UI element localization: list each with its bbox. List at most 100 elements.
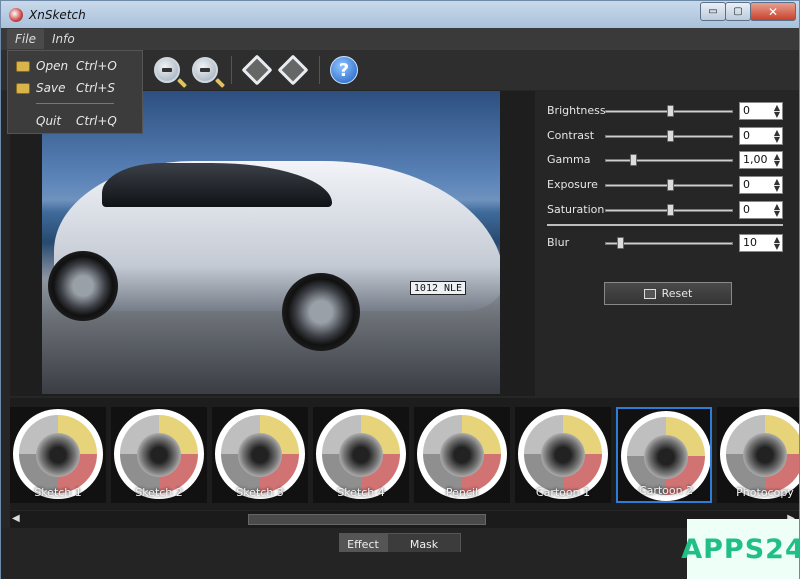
spin-arrows-icon[interactable]: ▲ ▼ bbox=[774, 129, 780, 144]
effect-thumbnail-selected[interactable]: Cartoon 2 bbox=[616, 407, 712, 503]
watermark-logo: APPS24 bbox=[681, 519, 800, 579]
effect-core-icon bbox=[36, 433, 80, 477]
app-icon bbox=[9, 7, 23, 22]
gamma-row: Gamma 1,00 ▲ ▼ bbox=[547, 150, 789, 170]
menu-item-label: Open bbox=[36, 59, 69, 73]
effect-label: Pencil bbox=[445, 486, 479, 499]
folder-open-icon bbox=[16, 60, 30, 72]
rotate-right-button[interactable] bbox=[277, 54, 309, 86]
help-button[interactable]: ? bbox=[328, 54, 360, 86]
slider-label: Brightness bbox=[547, 104, 606, 117]
effect-core-icon bbox=[644, 435, 688, 479]
zoom-in-button[interactable] bbox=[151, 54, 183, 86]
file-dropdown-menu: Open Ctrl+O Save Ctrl+S Quit Ctrl+Q bbox=[7, 50, 143, 134]
toolbar-separator bbox=[319, 56, 320, 84]
blur-slider[interactable] bbox=[605, 242, 733, 245]
menu-file[interactable]: File bbox=[7, 29, 44, 49]
preview-image: 1012 NLE bbox=[42, 91, 500, 394]
preview-canvas[interactable]: 1012 NLE bbox=[10, 91, 535, 396]
title-bar[interactable]: XnSketch ▭ ▢ ✕ bbox=[1, 1, 799, 28]
saturation-spinbox[interactable]: 0 ▲ ▼ bbox=[739, 201, 783, 219]
slider-thumb[interactable] bbox=[667, 204, 674, 216]
effect-core-icon bbox=[440, 433, 484, 477]
gamma-slider[interactable] bbox=[605, 159, 733, 162]
spin-arrows-icon[interactable]: ▲ ▼ bbox=[774, 178, 780, 193]
effect-label: Sketch 2 bbox=[135, 486, 183, 499]
window-title: XnSketch bbox=[29, 7, 86, 22]
zoom-out-button[interactable] bbox=[189, 54, 221, 86]
effect-label: Cartoon 2 bbox=[638, 484, 694, 497]
scrollbar-thumb[interactable] bbox=[248, 514, 486, 525]
effect-label: Photocopy bbox=[736, 486, 794, 499]
effect-thumbnail[interactable]: Sketch 4 bbox=[313, 407, 409, 503]
effect-label: Cartoon 1 bbox=[535, 486, 591, 499]
maximize-button[interactable]: ▢ bbox=[725, 2, 751, 21]
slider-thumb[interactable] bbox=[617, 237, 625, 249]
effect-core-icon bbox=[743, 433, 787, 477]
scroll-left-icon[interactable]: ◀ bbox=[12, 513, 20, 524]
spin-arrows-icon[interactable]: ▲ ▼ bbox=[774, 236, 780, 251]
rotate-left-button[interactable] bbox=[241, 54, 273, 86]
contrast-row: Contrast 0 ▲ ▼ bbox=[547, 126, 789, 146]
gamma-spinbox[interactable]: 1,00 ▲ ▼ bbox=[739, 151, 783, 169]
spin-value: 1,00 bbox=[743, 153, 768, 166]
spin-value: 0 bbox=[743, 203, 750, 216]
effects-strip: Sketch 1 Sketch 2 Sketch 3 Sketch 4 Penc… bbox=[10, 398, 799, 510]
zoom-in-icon bbox=[154, 57, 180, 83]
reset-icon bbox=[643, 288, 656, 299]
exposure-spinbox[interactable]: 0 ▲ ▼ bbox=[739, 176, 783, 194]
tab-mask[interactable]: Mask bbox=[387, 533, 461, 554]
effect-label: Sketch 4 bbox=[337, 486, 385, 499]
spin-value: 10 bbox=[743, 236, 757, 249]
minimize-button[interactable]: ▭ bbox=[700, 2, 726, 21]
rotate-left-icon bbox=[241, 54, 273, 86]
menu-item-label: Quit bbox=[36, 114, 62, 128]
effect-label: Sketch 1 bbox=[34, 486, 82, 499]
menu-item-open[interactable]: Open Ctrl+O bbox=[8, 56, 142, 76]
saturation-row: Saturation 0 ▲ ▼ bbox=[547, 200, 789, 220]
slider-label: Saturation bbox=[547, 203, 605, 216]
help-icon: ? bbox=[330, 56, 358, 84]
blur-row: Blur 10 ▲ ▼ bbox=[547, 233, 789, 253]
menu-item-shortcut: Ctrl+O bbox=[76, 59, 117, 73]
status-bar bbox=[1, 552, 799, 579]
reset-label: Reset bbox=[661, 287, 693, 300]
menu-info[interactable]: Info bbox=[44, 29, 83, 49]
menu-separator bbox=[36, 103, 114, 104]
spin-arrows-icon[interactable]: ▲ ▼ bbox=[774, 203, 780, 218]
effect-thumbnail[interactable]: Sketch 2 bbox=[111, 407, 207, 503]
effect-thumbnail[interactable]: Sketch 3 bbox=[212, 407, 308, 503]
effects-scrollbar[interactable]: ◀ ▶ bbox=[10, 511, 799, 528]
zoom-out-icon bbox=[192, 57, 218, 83]
slider-label: Blur bbox=[547, 236, 570, 249]
contrast-spinbox[interactable]: 0 ▲ ▼ bbox=[739, 127, 783, 145]
effect-thumbnail[interactable]: Sketch 1 bbox=[10, 407, 106, 503]
tab-effect[interactable]: Effect bbox=[339, 533, 387, 554]
effect-label: Sketch 3 bbox=[236, 486, 284, 499]
slider-thumb[interactable] bbox=[667, 105, 674, 117]
menu-item-label: Save bbox=[36, 81, 66, 95]
slider-thumb[interactable] bbox=[629, 154, 637, 166]
close-button[interactable]: ✕ bbox=[750, 2, 796, 21]
slider-label: Contrast bbox=[547, 129, 595, 142]
menu-item-quit[interactable]: Quit Ctrl+Q bbox=[8, 111, 142, 131]
effect-core-icon bbox=[238, 433, 282, 477]
adjustments-panel: Brightness 0 ▲ ▼ Contrast 0 ▲ ▼ Gamma 1,00 ▲ ▼… bbox=[539, 91, 799, 396]
spin-arrows-icon[interactable]: ▲ ▼ bbox=[774, 104, 780, 119]
app-window: XnSketch ▭ ▢ ✕ File Info ? Open Ctrl+O S… bbox=[0, 0, 800, 579]
menu-item-save[interactable]: Save Ctrl+S bbox=[8, 78, 142, 98]
slider-thumb[interactable] bbox=[667, 130, 674, 142]
effect-thumbnail[interactable]: Cartoon 1 bbox=[515, 407, 611, 503]
spin-value: 0 bbox=[743, 178, 750, 191]
slider-thumb[interactable] bbox=[667, 179, 674, 191]
menu-item-shortcut: Ctrl+S bbox=[76, 81, 116, 95]
spin-arrows-icon[interactable]: ▲ ▼ bbox=[774, 153, 780, 168]
effect-thumbnail[interactable]: Pencil bbox=[414, 407, 510, 503]
spin-value: 0 bbox=[743, 104, 750, 117]
effect-thumbnail[interactable]: Photocopy bbox=[717, 407, 799, 503]
license-plate: 1012 NLE bbox=[410, 281, 466, 295]
brightness-spinbox[interactable]: 0 ▲ ▼ bbox=[739, 102, 783, 120]
slider-label: Exposure bbox=[547, 178, 598, 191]
reset-button[interactable]: Reset bbox=[604, 282, 732, 305]
blur-spinbox[interactable]: 10 ▲ ▼ bbox=[739, 234, 783, 252]
